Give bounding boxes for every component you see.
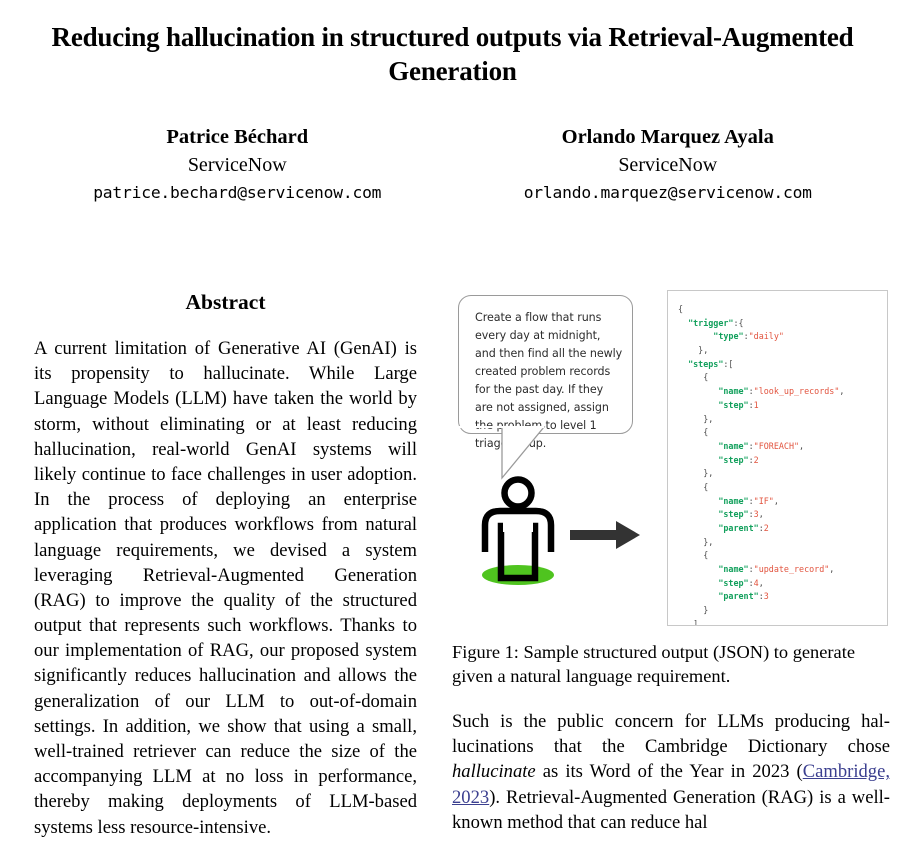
abstract-heading: Abstract [185,290,266,314]
right-arrow-icon [570,521,640,549]
intro-part-2: as its Word of the Year in 2023 ( [535,761,803,783]
author-email[interactable]: orlando.marquez@servicenow.com [453,182,884,204]
author-list: Patrice Béchard ServiceNow patrice.becha… [22,124,883,204]
intro-part-3: ). Retrieval-Augmented Generation (RAG) … [452,786,890,833]
author-block-1: Patrice Béchard ServiceNow patrice.becha… [22,124,453,204]
abstract-column: Abstract A current limitation of Generat… [34,290,417,840]
intro-part-1: Such is the public concern for LLMs prod… [452,711,890,758]
figure-1: Create a flow that runs every day at mid… [452,286,890,631]
author-block-2: Orlando Marquez Ayala ServiceNow orlando… [453,124,884,204]
json-output-box: { "trigger":{ "type":"daily" }, "steps":… [667,290,888,626]
intro-italic-term: hallucinate [452,761,536,783]
intro-paragraph: Such is the public concern for LLMs prod… [452,709,890,835]
author-affiliation: ServiceNow [618,154,718,177]
figure-caption-wrap: Figure 1: Sample structured output (JSON… [452,640,890,689]
author-name: Orlando Marquez Ayala [561,126,774,148]
json-output-code: { "trigger":{ "type":"daily" }, "steps":… [678,304,845,626]
abstract-text: A current limitation of Generative AI (G… [34,338,417,838]
author-email[interactable]: patrice.bechard@servicenow.com [22,182,453,204]
page-title: Reducing hallucination in structured out… [51,22,854,87]
figure-caption: Figure 1: Sample structured output (JSON… [452,642,855,687]
person-icon [481,476,555,585]
right-column-text: Such is the public concern for LLMs prod… [452,709,890,835]
figure-column: Create a flow that runs every day at mid… [452,286,890,631]
speech-bubble: Create a flow that runs every day at mid… [458,295,633,450]
author-affiliation: ServiceNow [187,154,287,177]
author-name: Patrice Béchard [166,126,309,148]
speech-bubble-tail-icon [458,426,546,480]
